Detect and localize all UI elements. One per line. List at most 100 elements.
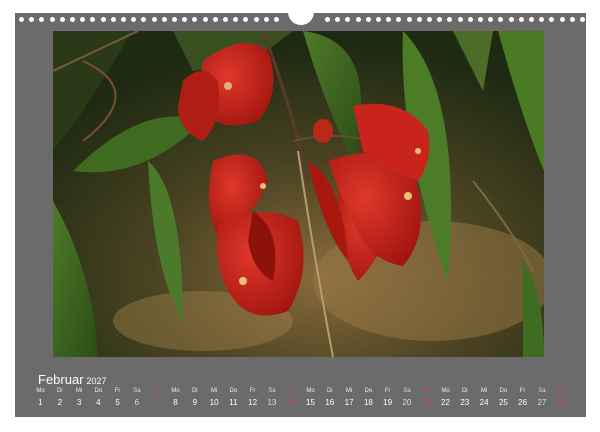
binding-hole xyxy=(151,17,157,22)
weekday-label: Sa xyxy=(268,388,276,394)
binding-hole xyxy=(29,17,35,22)
day-number: 4 xyxy=(96,398,101,407)
weekday-label: Do xyxy=(94,388,103,394)
day-number: 25 xyxy=(498,398,508,407)
day-number: 1 xyxy=(38,398,43,407)
day-grid: Mo 1 Di 2 Mi 3 Do 4 Fr 5 Sa 6 So 7 Mo 8 Di 9 Mi 10 Do 11 Fr 12 S… xyxy=(31,388,571,412)
weekday-label: So xyxy=(422,388,430,394)
day-number: 7 xyxy=(153,398,159,407)
binding-hole xyxy=(243,17,249,22)
day-number: 9 xyxy=(192,398,198,407)
weekday-label: Mo xyxy=(306,388,315,394)
binding-hole xyxy=(539,17,545,22)
weekday-label: Sa xyxy=(538,388,546,394)
binding-hole xyxy=(447,17,453,22)
binding-hole xyxy=(110,17,116,22)
day-number: 28 xyxy=(556,398,566,407)
weekday-label: Mo xyxy=(36,388,45,394)
binding-hole xyxy=(212,17,218,22)
day-number: 12 xyxy=(248,398,258,407)
binding-hole xyxy=(437,17,443,22)
spiral-binding xyxy=(15,9,586,29)
day-number: 13 xyxy=(267,398,277,407)
month-name: Februar xyxy=(38,372,84,387)
binding-hole xyxy=(365,17,371,22)
day-number: 5 xyxy=(115,398,120,407)
day-number: 20 xyxy=(402,398,412,407)
binding-hole xyxy=(467,17,473,22)
binding-hole xyxy=(131,17,137,22)
weekday-label: Fr xyxy=(249,388,256,394)
binding-hole xyxy=(263,17,269,22)
day-number: 26 xyxy=(518,398,528,407)
weekday-label: Mi xyxy=(345,388,353,394)
binding-hole xyxy=(100,17,106,22)
binding-hole xyxy=(406,17,412,22)
binding-hole xyxy=(518,17,524,22)
binding-hole xyxy=(325,17,330,22)
binding-hole xyxy=(396,17,402,22)
day-number: 16 xyxy=(325,398,335,407)
day-number: 21 xyxy=(421,398,431,407)
day-number: 10 xyxy=(209,398,219,407)
binding-hole xyxy=(90,17,96,22)
weekday-label: Fr xyxy=(519,388,526,394)
weekday-label: Do xyxy=(364,388,373,394)
binding-hole xyxy=(223,17,228,22)
weekday-label: Mi xyxy=(210,388,218,394)
flower-photo xyxy=(53,31,544,357)
binding-hole xyxy=(70,17,75,22)
weekday-label: So xyxy=(557,388,565,394)
day-number: 18 xyxy=(363,398,373,407)
weekday-label: So xyxy=(152,388,160,394)
binding-hole xyxy=(80,17,86,22)
binding-hole xyxy=(253,17,259,22)
day-number: 22 xyxy=(441,398,450,407)
hanger-notch xyxy=(288,9,314,25)
binding-hole xyxy=(529,17,534,22)
weekday-label: Fr xyxy=(384,388,391,394)
weekday-label: Do xyxy=(499,388,508,394)
binding-hole xyxy=(488,17,494,22)
day-number: 14 xyxy=(286,398,296,407)
binding-hole xyxy=(192,17,198,22)
binding-hole xyxy=(141,17,147,22)
binding-hole xyxy=(478,17,483,22)
calendar-page: Februar 2027 Mo 1 Di 2 Mi 3 Do 4 Fr 5 Sa 6 So 7 Mo 8 Di 9 M… xyxy=(15,9,586,417)
weekday-label: Fr xyxy=(114,388,121,394)
binding-hole xyxy=(427,17,432,22)
day-number: 11 xyxy=(229,398,238,407)
day-number: 23 xyxy=(460,398,470,407)
binding-hole xyxy=(508,17,514,22)
day-number: 19 xyxy=(383,398,393,407)
binding-hole xyxy=(549,17,555,22)
binding-hole xyxy=(559,17,565,22)
binding-hole xyxy=(39,17,45,22)
binding-hole xyxy=(345,17,351,22)
binding-hole xyxy=(386,17,392,22)
binding-hole xyxy=(376,17,381,22)
weekday-label: Di xyxy=(461,388,468,394)
weekday-label: Mi xyxy=(480,388,488,394)
binding-hole xyxy=(161,17,167,22)
binding-hole xyxy=(274,17,279,22)
binding-hole xyxy=(416,17,422,22)
year: 2027 xyxy=(86,376,107,386)
weekday-label: Sa xyxy=(133,388,141,394)
weekday-label: Mi xyxy=(75,388,83,394)
weekday-label: Di xyxy=(326,388,333,394)
day-number: 24 xyxy=(479,398,489,407)
binding-hole xyxy=(59,17,65,22)
binding-hole xyxy=(569,17,575,22)
weekday-label: Sa xyxy=(403,388,411,394)
binding-hole xyxy=(457,17,463,22)
binding-hole xyxy=(202,17,208,22)
day-number: 17 xyxy=(344,398,354,407)
calendar-photo xyxy=(53,31,544,357)
binding-hole xyxy=(172,17,177,22)
month-heading: Februar 2027 xyxy=(38,371,107,389)
binding-hole xyxy=(355,17,361,22)
day-number: 27 xyxy=(537,398,547,407)
day-number: 15 xyxy=(306,398,315,407)
day-number: 3 xyxy=(76,398,82,407)
